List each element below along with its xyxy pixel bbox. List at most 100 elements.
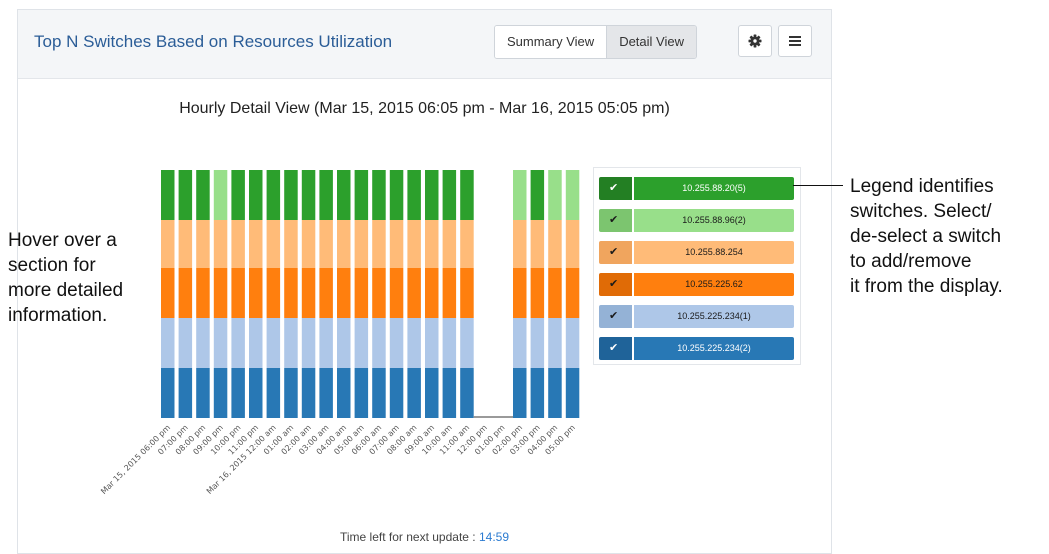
legend-item[interactable]: ✔ 10.255.88.20(5) bbox=[599, 177, 794, 200]
bar-segment[interactable] bbox=[407, 170, 421, 220]
bar-segment[interactable] bbox=[231, 368, 245, 418]
bar-segment[interactable] bbox=[460, 268, 474, 318]
bar-segment[interactable] bbox=[565, 220, 580, 268]
bar-segment[interactable] bbox=[196, 318, 210, 368]
bar-segment[interactable] bbox=[266, 170, 281, 220]
bar-segment[interactable] bbox=[354, 170, 369, 220]
bar-segment[interactable] bbox=[196, 220, 210, 268]
bar-segment[interactable] bbox=[196, 268, 210, 318]
bar-segment[interactable] bbox=[513, 170, 527, 220]
bar-segment[interactable] bbox=[442, 368, 457, 418]
bar-segment[interactable] bbox=[178, 368, 193, 418]
bar-segment[interactable] bbox=[425, 368, 439, 418]
bar-segment[interactable] bbox=[319, 220, 333, 268]
bar-segment[interactable] bbox=[407, 318, 421, 368]
bar-segment[interactable] bbox=[548, 220, 562, 268]
bar-segment[interactable] bbox=[231, 170, 245, 220]
bar-segment[interactable] bbox=[161, 170, 175, 220]
bar-segment[interactable] bbox=[337, 220, 351, 268]
bar-segment[interactable] bbox=[530, 170, 545, 220]
bar-segment[interactable] bbox=[389, 220, 404, 268]
bar-segment[interactable] bbox=[266, 268, 281, 318]
bar-segment[interactable] bbox=[337, 318, 351, 368]
legend-checkbox[interactable]: ✔ bbox=[599, 209, 632, 232]
bar-segment[interactable] bbox=[513, 368, 527, 418]
bar-segment[interactable] bbox=[548, 268, 562, 318]
bar-segment[interactable] bbox=[460, 220, 474, 268]
bar-segment[interactable] bbox=[161, 220, 175, 268]
bar-segment[interactable] bbox=[337, 368, 351, 418]
bar-segment[interactable] bbox=[354, 220, 369, 268]
bar-segment[interactable] bbox=[301, 268, 316, 318]
bar-segment[interactable] bbox=[565, 268, 580, 318]
bar-segment[interactable] bbox=[372, 368, 386, 418]
legend-item[interactable]: ✔ 10.255.225.234(2) bbox=[599, 337, 794, 360]
bar-segment[interactable] bbox=[319, 318, 333, 368]
bar-segment[interactable] bbox=[425, 220, 439, 268]
bar-segment[interactable] bbox=[301, 368, 316, 418]
bar-segment[interactable] bbox=[301, 220, 316, 268]
bar-segment[interactable] bbox=[266, 318, 281, 368]
bar-segment[interactable] bbox=[337, 170, 351, 220]
bar-segment[interactable] bbox=[231, 268, 245, 318]
bar-segment[interactable] bbox=[407, 268, 421, 318]
legend-checkbox[interactable]: ✔ bbox=[599, 177, 632, 200]
legend-checkbox[interactable]: ✔ bbox=[599, 337, 632, 360]
bar-segment[interactable] bbox=[249, 368, 263, 418]
bar-segment[interactable] bbox=[389, 368, 404, 418]
bar-segment[interactable] bbox=[319, 368, 333, 418]
bar-segment[interactable] bbox=[530, 318, 545, 368]
bar-segment[interactable] bbox=[161, 318, 175, 368]
bar-segment[interactable] bbox=[548, 170, 562, 220]
bar-segment[interactable] bbox=[389, 318, 404, 368]
bar-segment[interactable] bbox=[284, 268, 298, 318]
bar-segment[interactable] bbox=[407, 220, 421, 268]
bar-segment[interactable] bbox=[213, 220, 228, 268]
bar-segment[interactable] bbox=[213, 268, 228, 318]
bar-segment[interactable] bbox=[372, 220, 386, 268]
bar-segment[interactable] bbox=[372, 170, 386, 220]
bar-segment[interactable] bbox=[407, 368, 421, 418]
legend-checkbox[interactable]: ✔ bbox=[599, 273, 632, 296]
bar-segment[interactable] bbox=[442, 170, 457, 220]
bar-segment[interactable] bbox=[249, 268, 263, 318]
bar-segment[interactable] bbox=[301, 318, 316, 368]
bar-segment[interactable] bbox=[530, 368, 545, 418]
legend-item[interactable]: ✔ 10.255.225.62 bbox=[599, 273, 794, 296]
bar-segment[interactable] bbox=[460, 318, 474, 368]
legend-checkbox[interactable]: ✔ bbox=[599, 305, 632, 328]
bar-segment[interactable] bbox=[319, 268, 333, 318]
bar-segment[interactable] bbox=[460, 368, 474, 418]
bar-segment[interactable] bbox=[425, 268, 439, 318]
bar-segment[interactable] bbox=[354, 318, 369, 368]
bar-segment[interactable] bbox=[372, 318, 386, 368]
bar-segment[interactable] bbox=[354, 368, 369, 418]
bar-segment[interactable] bbox=[178, 268, 193, 318]
bar-segment[interactable] bbox=[513, 318, 527, 368]
bar-segment[interactable] bbox=[530, 268, 545, 318]
bar-segment[interactable] bbox=[301, 170, 316, 220]
bar-segment[interactable] bbox=[213, 170, 228, 220]
bar-segment[interactable] bbox=[513, 220, 527, 268]
bar-segment[interactable] bbox=[231, 318, 245, 368]
bar-segment[interactable] bbox=[284, 220, 298, 268]
legend-item[interactable]: ✔ 10.255.225.234(1) bbox=[599, 305, 794, 328]
bar-segment[interactable] bbox=[565, 170, 580, 220]
legend-checkbox[interactable]: ✔ bbox=[599, 241, 632, 264]
bar-segment[interactable] bbox=[425, 170, 439, 220]
bar-segment[interactable] bbox=[442, 220, 457, 268]
bar-segment[interactable] bbox=[284, 368, 298, 418]
bar-segment[interactable] bbox=[249, 318, 263, 368]
bar-segment[interactable] bbox=[161, 268, 175, 318]
bar-segment[interactable] bbox=[178, 220, 193, 268]
bar-segment[interactable] bbox=[161, 368, 175, 418]
bar-segment[interactable] bbox=[372, 268, 386, 318]
bar-segment[interactable] bbox=[213, 368, 228, 418]
bar-segment[interactable] bbox=[460, 170, 474, 220]
legend-item[interactable]: ✔ 10.255.88.254 bbox=[599, 241, 794, 264]
bar-segment[interactable] bbox=[266, 368, 281, 418]
bar-segment[interactable] bbox=[425, 318, 439, 368]
bar-segment[interactable] bbox=[442, 268, 457, 318]
bar-segment[interactable] bbox=[249, 170, 263, 220]
bar-segment[interactable] bbox=[284, 318, 298, 368]
